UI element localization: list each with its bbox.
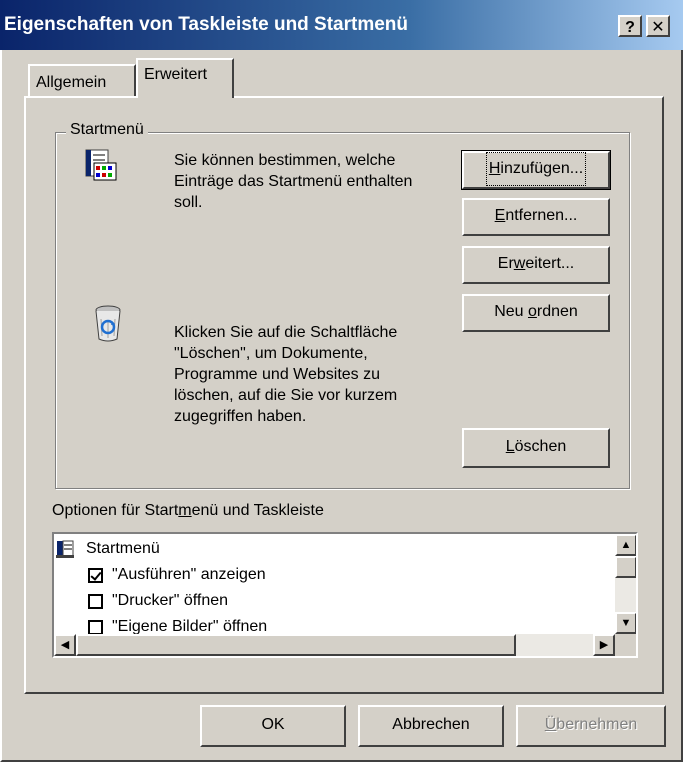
startmenu-customize-icon [85,149,117,181]
scroll-right-button[interactable]: ▶ [593,634,615,656]
horizontal-scroll-thumb[interactable] [76,634,516,656]
window-title: Eigenschaften von Taskleiste und Startme… [4,14,409,35]
scroll-down-button[interactable]: ▼ [615,612,636,634]
recycle-bin-icon [95,305,121,342]
add-button[interactable]: Hinzufügen... [461,150,611,190]
advanced-button[interactable]: Erweitert... [462,246,610,284]
cancel-button[interactable]: Abbrechen [358,705,504,747]
scroll-left-button[interactable]: ◀ [54,634,76,656]
tab-allgemein[interactable]: Allgemein [28,64,136,96]
vertical-scrollbar[interactable]: ▲ ▼ [615,534,636,634]
resort-button[interactable]: Neu ordnen [462,294,610,332]
vertical-scroll-thumb[interactable] [615,556,636,578]
horizontal-scrollbar[interactable]: ◀ ▶ [54,634,615,656]
apply-button[interactable]: Übernehmen [516,705,666,747]
options-label: Optionen für Startmenü und Taskleiste [52,502,324,519]
option-run-checkbox[interactable] [88,568,103,583]
option-my-pictures-checkbox[interactable] [88,620,103,634]
option-my-pictures-label: "Eigene Bilder" öffnen [112,618,268,634]
clear-description: Klicken Sie auf die Schaltfläche "Lösche… [174,324,398,425]
startmenu-group-label: Startmenü [66,121,148,139]
option-run-label: "Ausführen" anzeigen [112,566,266,583]
option-printers-checkbox[interactable] [88,594,103,609]
clear-button[interactable]: Löschen [462,428,610,468]
close-button[interactable]: ✕ [646,15,670,37]
option-printers-label: "Drucker" öffnen [112,592,229,609]
options-tree-content: Startmenü "Ausführen" anzeigen "Drucker"… [54,534,615,634]
startmenu-tree-icon [56,540,74,558]
ok-button[interactable]: OK [200,705,346,747]
tab-erweitert[interactable]: Erweitert [136,58,234,98]
remove-button[interactable]: Entfernen... [462,198,610,236]
title-bar[interactable]: Eigenschaften von Taskleiste und Startme… [0,0,683,50]
tree-root-label: Startmenü [86,540,160,557]
customize-description: Sie können bestimmen, welche Einträge da… [174,152,413,211]
scroll-up-button[interactable]: ▲ [615,534,636,556]
scrollbar-corner [615,634,636,656]
help-button[interactable]: ? [618,15,642,37]
options-tree[interactable]: Startmenü "Ausführen" anzeigen "Drucker"… [52,532,638,658]
